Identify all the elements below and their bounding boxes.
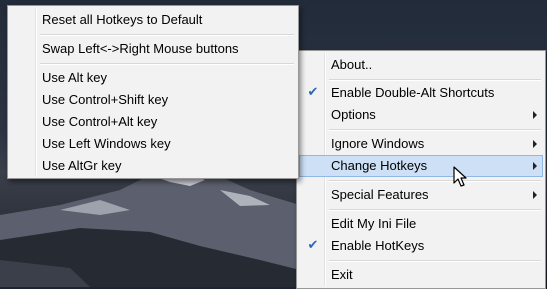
menu-separator	[329, 260, 541, 262]
menu-item-enable-double-alt[interactable]: ✔ Enable Double-Alt Shortcuts	[299, 82, 543, 104]
menu-item-reset-hotkeys[interactable]: Reset all Hotkeys to Default	[10, 9, 296, 31]
menu-item-use-left-windows-label: Use Left Windows key	[42, 136, 171, 151]
menu-item-options-label: Options	[331, 107, 376, 122]
menu-item-ignore-windows-label: Ignore Windows	[331, 136, 425, 151]
menu-item-use-altgr-label: Use AltGr key	[42, 158, 122, 173]
mouse-pointer-icon	[453, 166, 467, 187]
check-icon: ✔	[307, 237, 319, 252]
menu-separator	[329, 79, 541, 81]
menu-item-special-features[interactable]: Special Features	[299, 184, 543, 206]
menu-item-options[interactable]: Options	[299, 104, 543, 126]
chevron-right-icon	[533, 111, 537, 119]
menu-item-exit-label: Exit	[331, 267, 353, 282]
menu-item-swap-mouse-label: Swap Left<->Right Mouse buttons	[42, 41, 239, 56]
menu-item-use-altgr[interactable]: Use AltGr key	[10, 155, 296, 177]
menu-item-use-ctrl-alt-label: Use Control+Alt key	[42, 114, 158, 129]
menu-item-about[interactable]: About..	[299, 54, 543, 76]
menu-item-ignore-windows[interactable]: Ignore Windows	[299, 133, 543, 155]
menu-item-use-ctrl-shift[interactable]: Use Control+Shift key	[10, 89, 296, 111]
menu-item-use-left-windows[interactable]: Use Left Windows key	[10, 133, 296, 155]
menu-separator	[40, 34, 294, 36]
chevron-right-icon	[533, 162, 537, 170]
chevron-right-icon	[533, 140, 537, 148]
menu-item-change-hotkeys[interactable]: Change Hotkeys	[299, 155, 543, 177]
chevron-right-icon	[533, 191, 537, 199]
menu-item-enable-hotkeys-label: Enable HotKeys	[331, 238, 425, 253]
menu-item-about-label: About..	[331, 57, 373, 72]
menu-item-special-features-label: Special Features	[331, 187, 429, 202]
check-icon: ✔	[307, 84, 319, 99]
menu-item-use-alt[interactable]: Use Alt key	[10, 67, 296, 89]
change-hotkeys-submenu: Reset all Hotkeys to Default Swap Left<-…	[7, 5, 299, 179]
menu-item-use-alt-label: Use Alt key	[42, 70, 108, 85]
menu-item-use-ctrl-alt[interactable]: Use Control+Alt key	[10, 111, 296, 133]
menu-separator	[329, 180, 541, 182]
menu-separator	[40, 63, 294, 65]
menu-item-reset-hotkeys-label: Reset all Hotkeys to Default	[42, 12, 203, 27]
menu-item-swap-mouse[interactable]: Swap Left<->Right Mouse buttons	[10, 38, 296, 60]
menu-item-edit-ini[interactable]: Edit My Ini File	[299, 213, 543, 235]
menu-item-change-hotkeys-label: Change Hotkeys	[331, 158, 428, 173]
main-context-menu: About.. ✔ Enable Double-Alt Shortcuts Op…	[296, 50, 546, 289]
menu-item-exit[interactable]: Exit	[299, 264, 543, 286]
menu-item-edit-ini-label: Edit My Ini File	[331, 216, 417, 231]
menu-item-enable-double-alt-label: Enable Double-Alt Shortcuts	[331, 85, 495, 100]
menu-separator	[329, 129, 541, 131]
menu-item-use-ctrl-shift-label: Use Control+Shift key	[42, 92, 169, 107]
menu-separator	[329, 209, 541, 211]
menu-item-enable-hotkeys[interactable]: ✔ Enable HotKeys	[299, 235, 543, 257]
